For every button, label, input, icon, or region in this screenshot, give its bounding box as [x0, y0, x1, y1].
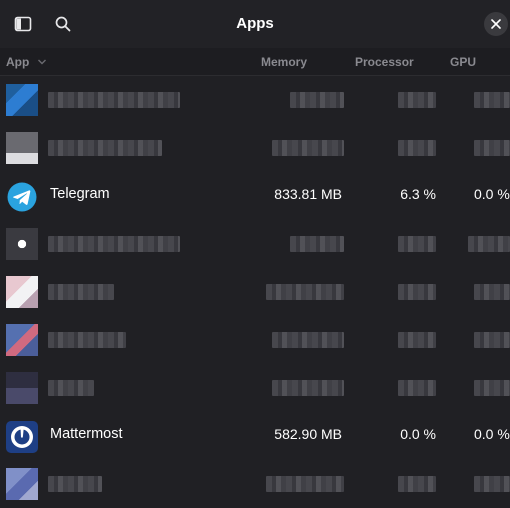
column-memory-header[interactable]: Memory	[261, 55, 307, 69]
redacted-text	[272, 332, 344, 348]
redacted-text	[48, 92, 180, 108]
mattermost-icon	[6, 421, 38, 453]
redacted-text	[468, 236, 510, 252]
list-item-redacted[interactable]	[0, 124, 510, 172]
redacted-text	[398, 332, 436, 348]
redacted-text	[48, 332, 126, 348]
header-bar: Apps	[0, 0, 510, 48]
sort-chevron-icon[interactable]	[37, 56, 47, 70]
app-name: Telegram	[50, 186, 110, 202]
telegram-icon	[7, 182, 37, 212]
redacted-text	[290, 92, 344, 108]
app-memory: 833.81 MB	[274, 186, 342, 202]
redacted-text	[48, 284, 114, 300]
app-name: Mattermost	[50, 426, 123, 442]
app-gpu: 0.0 %	[474, 426, 510, 442]
redacted-app-icon	[6, 84, 38, 116]
redacted-text	[398, 284, 436, 300]
redacted-text	[290, 236, 344, 252]
redacted-text	[266, 284, 344, 300]
redacted-text	[48, 140, 162, 156]
close-button[interactable]	[484, 12, 508, 36]
list-item-telegram[interactable]: Telegram 833.81 MB 6.3 % 0.0 %	[0, 172, 510, 220]
redacted-text	[474, 380, 510, 396]
redacted-text	[48, 476, 102, 492]
redacted-app-icon	[6, 132, 38, 164]
redacted-text	[398, 380, 436, 396]
column-app-header[interactable]: App	[6, 55, 29, 69]
list-item-redacted[interactable]	[0, 316, 510, 364]
redacted-text	[48, 380, 94, 396]
redacted-text	[266, 476, 344, 492]
redacted-text	[398, 236, 436, 252]
redacted-app-icon	[6, 468, 38, 500]
app-processor: 0.0 %	[400, 426, 436, 442]
list-item-redacted[interactable]	[0, 460, 510, 508]
column-processor-header[interactable]: Processor	[355, 55, 414, 69]
list-item-mattermost[interactable]: Mattermost 582.90 MB 0.0 % 0.0 %	[0, 412, 510, 460]
column-header-row: App Memory Processor GPU	[0, 48, 510, 76]
app-memory: 582.90 MB	[274, 426, 342, 442]
redacted-app-icon	[6, 372, 38, 404]
redacted-text	[474, 284, 510, 300]
redacted-text	[272, 380, 344, 396]
list-item-redacted[interactable]	[0, 220, 510, 268]
column-gpu-header[interactable]: GPU	[450, 55, 476, 69]
close-icon	[491, 19, 501, 29]
app-gpu: 0.0 %	[474, 186, 510, 202]
redacted-text	[474, 332, 510, 348]
list-item-redacted[interactable]	[0, 364, 510, 412]
list-item-redacted[interactable]	[0, 76, 510, 124]
list-item-redacted[interactable]	[0, 268, 510, 316]
redacted-text	[474, 476, 510, 492]
app-processor: 6.3 %	[400, 186, 436, 202]
redacted-text	[474, 92, 510, 108]
redacted-text	[398, 140, 436, 156]
redacted-app-icon	[6, 276, 38, 308]
redacted-text	[272, 140, 344, 156]
redacted-text	[48, 236, 180, 252]
redacted-app-icon	[6, 324, 38, 356]
redacted-text	[398, 476, 436, 492]
redacted-text	[474, 140, 510, 156]
redacted-text	[398, 92, 436, 108]
window-title: Apps	[236, 15, 274, 32]
redacted-app-icon	[6, 228, 38, 260]
